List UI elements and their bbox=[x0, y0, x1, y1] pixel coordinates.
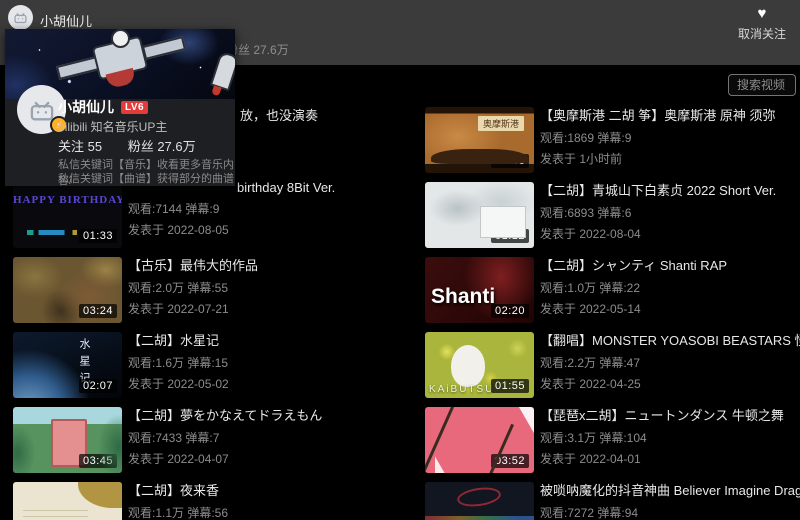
followers-count: 粉丝 27.6万 bbox=[226, 41, 289, 58]
video-stats: 观看:2.2万 弹幕:47 bbox=[540, 354, 800, 371]
video-title[interactable]: 【二胡】青城山下白素贞 2022 Short Ver. bbox=[540, 180, 800, 199]
video-item[interactable]: 被唢呐魔化的抖音神曲 Believer Imagine Dragons 观看:7… bbox=[425, 480, 800, 520]
following-count[interactable]: 关注 55 bbox=[58, 139, 102, 154]
profile-stats: 关注 55 粉丝 27.6万 bbox=[58, 136, 196, 155]
profile-honor: bilibili 知名音乐UP主 bbox=[58, 118, 167, 135]
video-stats: 观看:7272 弹幕:94 bbox=[540, 504, 800, 520]
video-stats: 观看:2.0万 弹幕:55 bbox=[128, 279, 393, 296]
video-stats: 观看:1.6万 弹幕:15 bbox=[128, 354, 393, 371]
video-thumbnail[interactable]: KAiBUTSU 01:55 bbox=[425, 332, 534, 398]
video-item[interactable]: 01:12 【二胡】青城山下白素贞 2022 Short Ver. 观看:689… bbox=[425, 180, 800, 250]
bilibili-space-page: 小胡仙儿 ♥ 取消关注 粉丝 27.6万 放，也没演奏 HAPPY BIRTHD… bbox=[0, 0, 800, 520]
level-badge: LV6 bbox=[121, 101, 148, 114]
duration-badge: 03:24 bbox=[79, 304, 117, 318]
tv-face-icon bbox=[13, 11, 28, 24]
satellite-illustration bbox=[56, 56, 100, 80]
username[interactable]: 小胡仙儿 bbox=[40, 11, 92, 30]
heart-icon: ♥ bbox=[736, 6, 788, 22]
video-date: 发表于 2022-08-04 bbox=[540, 225, 800, 242]
video-item[interactable]: 03:52 【琵琶x二胡】ニュートンダンス 牛顿之舞 观看:3.1万 弹幕:10… bbox=[425, 405, 800, 475]
video-title[interactable]: 【奥摩斯港 二胡 筝】奥摩斯港 原神 须弥 bbox=[540, 105, 800, 124]
tv-face-icon bbox=[28, 98, 56, 122]
thumbnail-text: HAPPY BIRTHDAY bbox=[13, 194, 122, 206]
video-title[interactable]: 被唢呐魔化的抖音神曲 Believer Imagine Dragons bbox=[540, 480, 800, 499]
search-input[interactable] bbox=[728, 74, 796, 96]
rocket-illustration bbox=[210, 51, 235, 91]
duration-badge: 01:48 bbox=[491, 154, 529, 168]
thumbnail-text: 奥摩斯港 bbox=[478, 116, 524, 131]
video-thumbnail[interactable]: Shanti 02:20 bbox=[425, 257, 534, 323]
video-title[interactable]: 【琵琶x二胡】ニュートンダンス 牛顿之舞 bbox=[540, 405, 800, 424]
video-date: 发表于 2022-04-07 bbox=[128, 450, 393, 467]
video-item[interactable]: HAPPY BIRTHDAY 01:33 birthday 8Bit Ver. … bbox=[13, 180, 393, 250]
satellite-illustration bbox=[142, 36, 186, 60]
video-title[interactable]: 【古乐】最伟大的作品 bbox=[128, 255, 393, 274]
unfollow-label: 取消关注 bbox=[736, 25, 788, 42]
video-date: 发表于 2022-04-01 bbox=[540, 450, 800, 467]
followers-count[interactable]: 粉丝 27.6万 bbox=[128, 139, 196, 154]
video-title[interactable]: 【翻唱】MONSTER YOASOBI BEASTARS 怪物「Kaibutsu… bbox=[540, 330, 800, 349]
video-thumbnail[interactable] bbox=[425, 482, 534, 520]
duration-badge: 03:52 bbox=[491, 454, 529, 468]
video-stats: 观看:1.1万 弹幕:56 bbox=[128, 504, 393, 520]
video-thumbnail[interactable] bbox=[13, 482, 122, 520]
video-stats: 观看:3.1万 弹幕:104 bbox=[540, 429, 800, 446]
video-date: 发表于 2022-05-02 bbox=[128, 375, 393, 392]
video-item[interactable]: 奥摩斯港 01:48 【奥摩斯港 二胡 筝】奥摩斯港 原神 须弥 观看:1869… bbox=[425, 105, 800, 175]
duration-badge: 02:20 bbox=[491, 304, 529, 318]
video-title[interactable]: 【二胡】夢をかなえてドラえもん bbox=[128, 405, 393, 424]
video-item[interactable]: 03:24 【古乐】最伟大的作品 观看:2.0万 弹幕:55 发表于 2022-… bbox=[13, 255, 393, 325]
video-title[interactable]: 【二胡】水星记 bbox=[128, 330, 393, 349]
profile-username[interactable]: 小胡仙儿 bbox=[58, 97, 114, 117]
duration-badge: 03:45 bbox=[79, 454, 117, 468]
video-date: 发表于 2022-04-25 bbox=[540, 375, 800, 392]
video-thumbnail[interactable]: 03:45 bbox=[13, 407, 122, 473]
video-stats: 观看:1869 弹幕:9 bbox=[540, 129, 800, 146]
video-item[interactable]: 【二胡】夜来香 观看:1.1万 弹幕:56 发表于 2022-03-18 bbox=[13, 480, 393, 520]
thumbnail-text: Shanti bbox=[431, 285, 495, 309]
profile-signature-line2: 私信关键词【曲谱】获得部分的曲谱 bbox=[58, 170, 234, 186]
video-item[interactable]: Shanti 02:20 【二胡】シャンティ Shanti RAP 观看:1.0… bbox=[425, 255, 800, 325]
video-item[interactable]: 水星记 02:07 【二胡】水星记 观看:1.6万 弹幕:15 发表于 2022… bbox=[13, 330, 393, 400]
duration-badge: 01:12 bbox=[491, 229, 529, 243]
duration-badge: 01:33 bbox=[79, 229, 117, 243]
video-date: 发表于 2022-05-14 bbox=[540, 300, 800, 317]
video-stats: 观看:7433 弹幕:7 bbox=[128, 429, 393, 446]
video-title[interactable]: 【二胡】夜来香 bbox=[128, 480, 393, 499]
duration-badge: 02:07 bbox=[79, 379, 117, 393]
video-thumbnail[interactable]: 03:24 bbox=[13, 257, 122, 323]
video-thumbnail[interactable]: 水星记 02:07 bbox=[13, 332, 122, 398]
video-date: 发表于 2022-07-21 bbox=[128, 300, 393, 317]
video-date: 发表于 1小时前 bbox=[540, 150, 800, 167]
video-item[interactable]: 03:45 【二胡】夢をかなえてドラえもん 观看:7433 弹幕:7 发表于 2… bbox=[13, 405, 393, 475]
user-avatar[interactable] bbox=[8, 5, 33, 30]
video-stats: 观看:1.0万 弹幕:22 bbox=[540, 279, 800, 296]
video-title[interactable]: 【二胡】シャンティ Shanti RAP bbox=[540, 255, 800, 274]
video-thumbnail[interactable]: 03:52 bbox=[425, 407, 534, 473]
video-stats: 观看:6893 弹幕:6 bbox=[540, 204, 800, 221]
video-stats: 观看:7144 弹幕:9 bbox=[128, 200, 393, 217]
video-item[interactable]: KAiBUTSU 01:55 【翻唱】MONSTER YOASOBI BEAST… bbox=[425, 330, 800, 400]
video-thumbnail[interactable]: 奥摩斯港 01:48 bbox=[425, 107, 534, 173]
user-profile-card: ⚡ 小胡仙儿 LV6 bilibili 知名音乐UP主 关注 55 粉丝 27.… bbox=[5, 29, 235, 186]
video-thumbnail[interactable]: 01:12 bbox=[425, 182, 534, 248]
video-date: 发表于 2022-08-05 bbox=[128, 221, 393, 238]
duration-badge: 01:55 bbox=[491, 379, 529, 393]
thumbnail-text: KAiBUTSU bbox=[429, 384, 494, 395]
satellite-illustration bbox=[111, 29, 130, 48]
video-thumbnail[interactable]: HAPPY BIRTHDAY 01:33 bbox=[13, 182, 122, 248]
unfollow-button[interactable]: ♥ 取消关注 bbox=[736, 6, 788, 42]
